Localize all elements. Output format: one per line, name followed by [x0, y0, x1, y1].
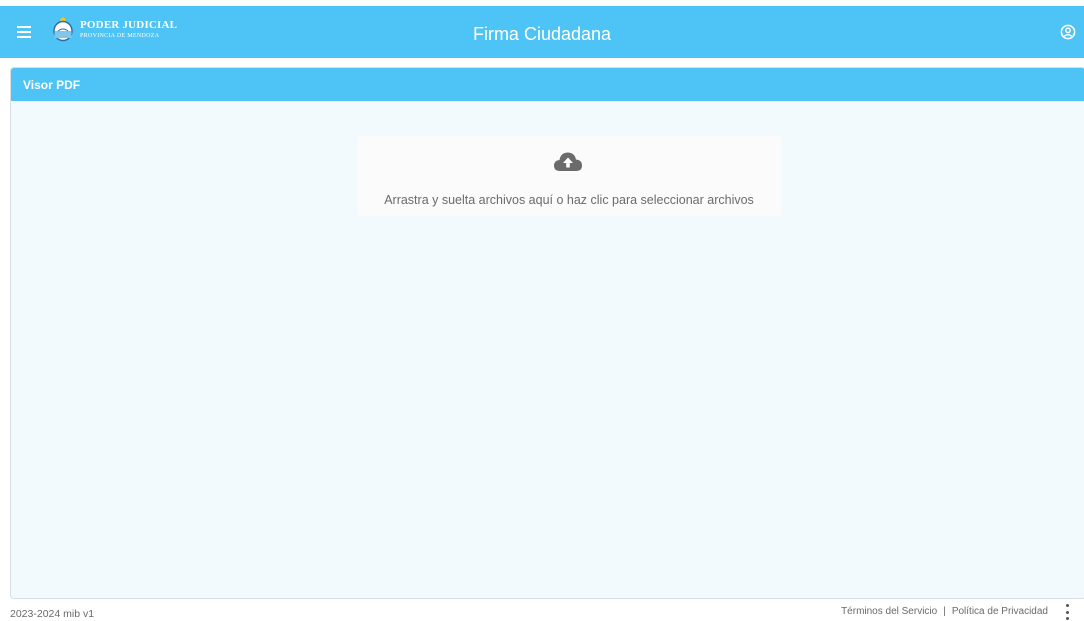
pdf-viewer-panel: Visor PDF Arrastra y suelta archivos aqu… — [10, 67, 1084, 599]
file-dropzone[interactable]: Arrastra y suelta archivos aquí o haz cl… — [357, 136, 781, 216]
panel-title: Visor PDF — [11, 68, 1084, 101]
more-vert-icon[interactable] — [1064, 604, 1070, 620]
footer-links: Términos del Servicio | Política de Priv… — [841, 606, 1048, 617]
cloud-upload-icon — [554, 152, 582, 171]
dropzone-instructions: Arrastra y suelta archivos aquí o haz cl… — [384, 193, 754, 207]
terms-link[interactable]: Términos del Servicio — [841, 606, 937, 617]
account-circle-icon[interactable] — [1060, 24, 1076, 40]
version-label: 2023-2024 mib v1 — [10, 608, 95, 620]
page-title: Firma Ciudadana — [472, 24, 612, 44]
privacy-link[interactable]: Política de Privacidad — [952, 606, 1048, 617]
footer-separator: | — [943, 606, 946, 617]
top-app-bar: PODER JUDICIAL PROVINCIA DE MENDOZA Firm… — [0, 6, 1084, 58]
